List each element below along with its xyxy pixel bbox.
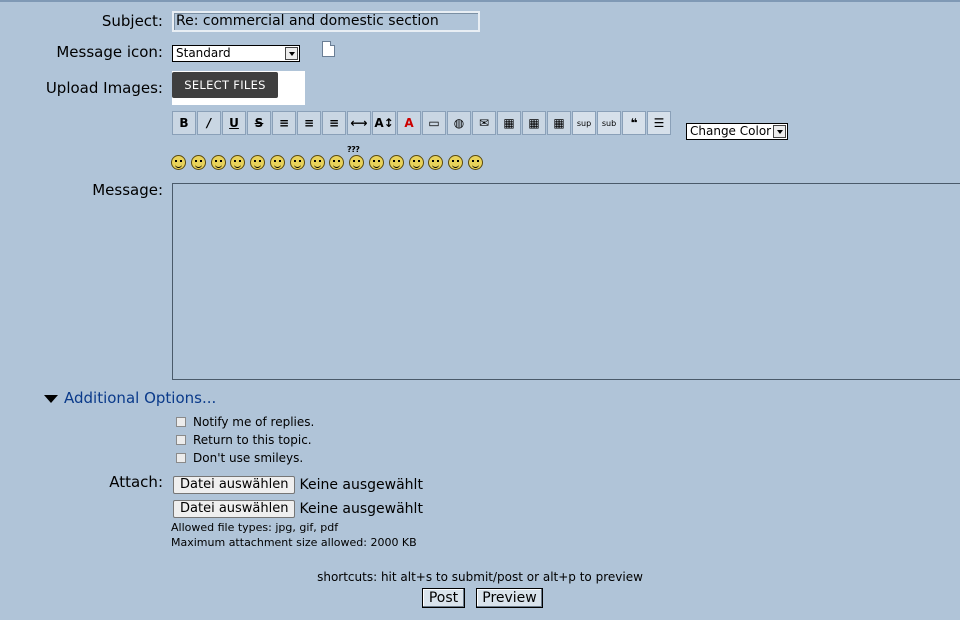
no-smileys-option[interactable]: Don't use smileys. bbox=[176, 451, 303, 465]
align-right-icon: ≡ bbox=[328, 116, 340, 130]
message-icon-select[interactable]: Standard bbox=[172, 45, 300, 62]
underline-button[interactable]: U bbox=[222, 111, 246, 135]
font-size-button[interactable]: A↕ bbox=[372, 111, 396, 135]
table-button[interactable]: ▦ bbox=[497, 111, 521, 135]
insert-email-icon: ✉ bbox=[478, 116, 490, 130]
font-color-icon: A bbox=[404, 116, 414, 130]
smiley-icon[interactable] bbox=[210, 155, 226, 170]
no-smileys-checkbox[interactable] bbox=[176, 453, 186, 463]
align-left-icon: ≡ bbox=[278, 116, 290, 130]
insert-link-icon: ◍ bbox=[453, 116, 465, 130]
smiley-icon[interactable] bbox=[269, 155, 285, 170]
notify-replies-checkbox[interactable] bbox=[176, 417, 186, 427]
horizontal-rule-button[interactable]: ⟷ bbox=[347, 111, 371, 135]
bold-button[interactable]: B bbox=[172, 111, 196, 135]
strikethrough-icon: S bbox=[254, 116, 264, 130]
allowed-file-types: Allowed file types: jpg, gif, pdf bbox=[171, 521, 339, 534]
italic-button[interactable]: / bbox=[197, 111, 221, 135]
confused-marker: ??? bbox=[347, 145, 360, 154]
smiley-icon[interactable] bbox=[368, 155, 384, 170]
insert-image-button[interactable]: ▭ bbox=[422, 111, 446, 135]
font-size-icon: A↕ bbox=[374, 116, 394, 130]
list-button[interactable]: ☰ bbox=[647, 111, 671, 135]
select-files-button[interactable]: SELECT FILES bbox=[172, 72, 278, 98]
italic-icon: / bbox=[206, 116, 212, 130]
subscript-icon: sub bbox=[601, 118, 617, 128]
top-border bbox=[0, 0, 960, 2]
upload-images-label: Upload Images: bbox=[45, 79, 163, 97]
superscript-button[interactable]: sup bbox=[572, 111, 596, 135]
quote-button[interactable]: ❝ bbox=[622, 111, 646, 135]
table-row-icon: ▦ bbox=[528, 116, 540, 130]
additional-options-toggle[interactable]: Additional Options... bbox=[44, 389, 216, 407]
subscript-button[interactable]: sub bbox=[597, 111, 621, 135]
message-textarea[interactable] bbox=[172, 183, 960, 380]
additional-options-label: Additional Options... bbox=[64, 389, 217, 407]
no-file-text-2: Keine ausgewählt bbox=[299, 501, 423, 517]
document-icon bbox=[322, 41, 335, 57]
attach-label: Attach: bbox=[109, 473, 163, 491]
max-attachment-size: Maximum attachment size allowed: 2000 KB bbox=[171, 536, 417, 549]
attachment-row-2: Datei auswählen Keine ausgewählt bbox=[173, 500, 423, 518]
smiley-icon[interactable] bbox=[388, 155, 404, 170]
formatting-toolbar: B / U S ≡ ≡ ≡ ⟷ A↕ A ▭ ◍ ✉ ▦ ▦ ▦ sup sub ❝ ☰ bbox=[172, 111, 671, 136]
smiley-icon[interactable] bbox=[289, 155, 305, 170]
return-topic-checkbox[interactable] bbox=[176, 435, 186, 445]
superscript-icon: sup bbox=[576, 118, 592, 128]
smiley-icon[interactable] bbox=[171, 155, 186, 170]
smiley-icon[interactable] bbox=[467, 155, 483, 170]
subject-label: Subject: bbox=[101, 12, 163, 30]
smiley-icon[interactable] bbox=[349, 155, 365, 170]
no-smileys-label: Don't use smileys. bbox=[193, 451, 304, 465]
quote-icon: ❝ bbox=[630, 116, 638, 130]
change-color-select[interactable]: Change Color bbox=[686, 123, 788, 140]
smiley-icon[interactable] bbox=[230, 155, 246, 170]
smiley-icon[interactable] bbox=[250, 155, 266, 170]
align-right-button[interactable]: ≡ bbox=[322, 111, 346, 135]
chevron-down-icon bbox=[773, 125, 786, 138]
shortcuts-hint: shortcuts: hit alt+s to submit/post or a… bbox=[317, 570, 643, 584]
font-color-button[interactable]: A bbox=[397, 111, 421, 135]
chevron-down-icon bbox=[285, 47, 298, 60]
return-topic-label: Return to this topic. bbox=[193, 433, 312, 447]
change-color-value: Change Color bbox=[690, 124, 772, 138]
choose-file-button-1[interactable]: Datei auswählen bbox=[173, 476, 296, 494]
triangle-down-icon bbox=[44, 394, 58, 403]
smiley-icon[interactable] bbox=[448, 155, 464, 170]
underline-icon: U bbox=[229, 116, 239, 130]
no-file-text-1: Keine ausgewählt bbox=[299, 477, 423, 493]
smiley-icon[interactable] bbox=[408, 155, 424, 170]
strikethrough-button[interactable]: S bbox=[247, 111, 271, 135]
message-icon-label: Message icon: bbox=[56, 43, 163, 61]
notify-replies-option[interactable]: Notify me of replies. bbox=[176, 415, 314, 429]
smiley-bar bbox=[171, 155, 483, 170]
smiley-icon[interactable] bbox=[309, 155, 325, 170]
choose-file-button-2[interactable]: Datei auswählen bbox=[173, 500, 296, 518]
smiley-icon[interactable] bbox=[329, 155, 345, 170]
align-center-button[interactable]: ≡ bbox=[297, 111, 321, 135]
table-icon: ▦ bbox=[503, 116, 515, 130]
attachment-row-1: Datei auswählen Keine ausgewählt bbox=[173, 476, 423, 494]
bold-icon: B bbox=[179, 116, 189, 130]
table-cell-button[interactable]: ▦ bbox=[547, 111, 571, 135]
list-icon: ☰ bbox=[653, 116, 665, 130]
preview-button[interactable]: Preview bbox=[476, 588, 543, 608]
insert-image-icon: ▭ bbox=[428, 116, 440, 130]
table-cell-icon: ▦ bbox=[553, 116, 565, 130]
table-row-button[interactable]: ▦ bbox=[522, 111, 546, 135]
align-center-icon: ≡ bbox=[303, 116, 315, 130]
subject-input[interactable]: Re: commercial and domestic section bbox=[172, 11, 480, 32]
return-topic-option[interactable]: Return to this topic. bbox=[176, 433, 312, 447]
post-button[interactable]: Post bbox=[422, 588, 465, 608]
align-left-button[interactable]: ≡ bbox=[272, 111, 296, 135]
message-label: Message: bbox=[92, 181, 163, 199]
message-icon-value: Standard bbox=[176, 46, 231, 60]
horizontal-rule-icon: ⟷ bbox=[350, 116, 368, 130]
smiley-icon[interactable] bbox=[428, 155, 444, 170]
notify-replies-label: Notify me of replies. bbox=[193, 415, 315, 429]
insert-email-button[interactable]: ✉ bbox=[472, 111, 496, 135]
insert-link-button[interactable]: ◍ bbox=[447, 111, 471, 135]
smiley-icon[interactable] bbox=[190, 155, 206, 170]
